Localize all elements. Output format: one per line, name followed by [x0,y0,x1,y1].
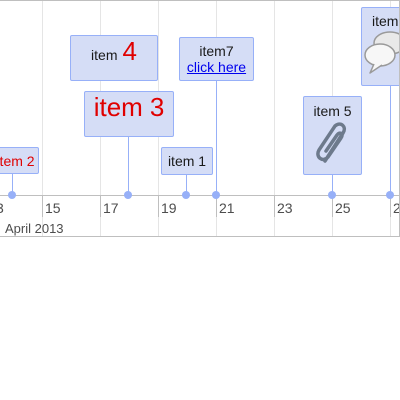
tick-label-23: 23 [277,200,293,216]
item-3-stem [128,137,129,195]
item-5-label: item 5 [313,103,352,119]
axis-tick [100,195,101,217]
timeline[interactable]: 3 15 17 19 21 23 25 2 April 2013 item 2 … [0,0,400,237]
timeline-item-4[interactable]: item 4 [70,35,158,81]
item-6-label: item [372,13,399,29]
item-4-number: 4 [122,36,137,66]
timeline-item-3[interactable]: item 3 [84,91,174,137]
timeline-item-7[interactable]: item7 click here [179,37,254,81]
tick-label-27: 2 [393,200,399,216]
timeline-item-6[interactable]: item [361,7,399,86]
item-5-dot [328,191,336,199]
axis-tick [42,195,43,217]
time-axis [0,195,399,196]
timeline-item-2[interactable]: item 2 [0,147,39,174]
tick-label-25: 25 [335,200,351,216]
item-3-dot [124,191,132,199]
item-7-label: item7 [199,43,234,59]
timeline-item-5[interactable]: item 5 [303,96,362,175]
paperclip-icon [315,122,346,163]
tick-label-edge: 3 [0,200,4,216]
tick-label-15: 15 [45,200,61,216]
item-3-number: 3 [149,92,165,122]
item-6-dot [386,191,394,199]
item-4-prefix: item [91,47,118,63]
tick-label-19: 19 [161,200,177,216]
item-7-dot [212,191,220,199]
tick-label-17: 17 [103,200,119,216]
axis-tick [158,195,159,217]
item-2-label: item 2 [0,152,35,169]
item-6-stem [390,86,391,195]
item-7-stem [216,81,217,195]
item-2-dot [8,191,16,199]
axis-tick [274,195,275,217]
click-here-link[interactable]: click here [187,59,246,75]
item-1-label: item 1 [167,153,207,169]
month-label: April 2013 [5,221,64,236]
item-3-prefix: item [93,92,143,122]
item-1-dot [182,191,190,199]
tick-label-21: 21 [219,200,235,216]
speech-bubbles-icon [364,31,399,74]
timeline-item-1[interactable]: item 1 [161,147,213,175]
